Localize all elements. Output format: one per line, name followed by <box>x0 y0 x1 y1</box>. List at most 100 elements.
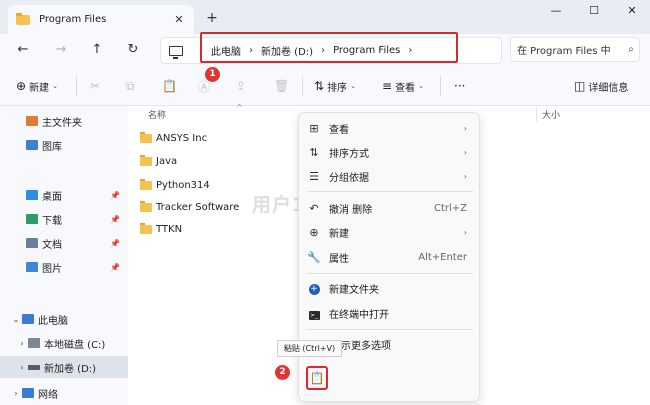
network-icon <box>22 388 34 398</box>
more-icon: ··· <box>454 79 466 93</box>
sidebar-item-downloads[interactable]: 下载 📌 <box>0 208 128 230</box>
title-bar: Program Files ✕ + — ☐ ✕ <box>0 0 650 34</box>
chevron-down-icon: ⌄ <box>418 82 424 90</box>
paste-toolbar-button[interactable]: 📋 <box>162 78 180 94</box>
chevron-right-icon[interactable]: › <box>16 339 28 348</box>
new-button[interactable]: ⊕ 新建 ⌄ <box>16 78 58 94</box>
new-tab-button[interactable]: + <box>204 10 220 26</box>
up-button[interactable]: ↑ <box>88 41 106 59</box>
clipboard-icon: 📋 <box>309 371 325 385</box>
sidebar-item-documents[interactable]: 文档 📌 <box>0 232 128 254</box>
file-name: Python314 <box>156 179 210 191</box>
menu-item-group[interactable]: ☰ 分组依据 › <box>299 165 481 187</box>
chevron-right-icon: › <box>463 123 467 133</box>
menu-label: 排序方式 <box>329 148 369 160</box>
trash-icon: 🗑 <box>274 79 290 93</box>
list-item[interactable]: ANSYS Inc <box>140 129 207 147</box>
menu-divider <box>307 191 473 192</box>
sidebar-label: 新加卷 (D:) <box>44 363 97 375</box>
cut-button[interactable]: ✂ <box>90 78 103 94</box>
search-input[interactable]: 在 Program Files 中 ⌕ <box>510 37 640 62</box>
menu-item-new[interactable]: ⊕ 新建 › <box>299 221 481 243</box>
folder-icon <box>140 200 152 212</box>
menu-divider <box>307 273 473 274</box>
menu-label: 新建文件夹 <box>329 284 379 296</box>
menu-item-new-folder[interactable]: + 新建文件夹 <box>299 277 481 299</box>
chevron-right-icon[interactable]: › <box>10 389 22 398</box>
shortcut-label: Ctrl+Z <box>433 202 467 214</box>
menu-label: 示更多选项 <box>341 340 391 352</box>
list-item[interactable]: Tracker Software <box>140 198 239 216</box>
refresh-button[interactable]: ↻ <box>124 41 142 59</box>
tab-program-files[interactable]: Program Files ✕ <box>8 5 194 34</box>
sidebar-item-network[interactable]: › 网络 <box>0 382 128 404</box>
new-folder-icon: + <box>299 281 329 295</box>
menu-item-sort[interactable]: ⇅ 排序方式 › <box>299 141 481 163</box>
pin-icon: 📌 <box>110 262 120 272</box>
sidebar-item-d-drive[interactable]: › 新加卷 (D:) <box>0 356 128 378</box>
chevron-right-icon[interactable]: › <box>16 363 28 372</box>
menu-item-undo-delete[interactable]: ↶ 撤消 删除 Ctrl+Z <box>299 197 481 219</box>
clipboard-icon: 📋 <box>162 79 177 93</box>
copy-button[interactable]: ⧉ <box>126 78 138 94</box>
sidebar-item-home[interactable]: 主文件夹 <box>0 110 128 132</box>
computer-icon <box>169 45 183 59</box>
search-placeholder: 在 Program Files 中 <box>517 46 611 57</box>
sort-icon: ⇅ <box>309 145 319 159</box>
share-button[interactable]: ⇪ <box>236 78 249 94</box>
folder-icon <box>140 222 152 234</box>
shortcut-label: Alt+Enter <box>418 251 467 263</box>
sidebar-item-gallery[interactable]: 图库 <box>0 134 128 156</box>
sort-button[interactable]: ⇅ 排序 ⌄ <box>314 78 356 94</box>
column-header-name[interactable]: 名称 <box>148 108 166 121</box>
maximize-button[interactable]: ☐ <box>584 4 604 20</box>
minimize-button[interactable]: — <box>546 4 566 20</box>
list-item[interactable]: Python314 <box>140 176 210 194</box>
sidebar-label: 文档 <box>42 239 62 251</box>
view-button[interactable]: ≡ 查看 ⌄ <box>382 78 424 94</box>
list-item[interactable]: TTKN <box>140 220 182 238</box>
list-item[interactable]: Java <box>140 152 177 170</box>
chevron-down-icon[interactable]: ⌄ <box>10 315 22 324</box>
paste-button[interactable]: 📋 <box>306 366 328 390</box>
menu-item-properties[interactable]: 🔧 属性 Alt+Enter <box>299 246 481 268</box>
gallery-icon <box>26 140 38 150</box>
tab-title: Program Files <box>39 14 107 25</box>
undo-icon: ↶ <box>309 201 319 215</box>
menu-item-view[interactable]: ⊞ 查看 › <box>299 117 481 139</box>
sidebar-label: 桌面 <box>42 191 62 203</box>
copy-icon: ⧉ <box>126 78 135 93</box>
column-header-size[interactable]: 大小 <box>542 108 560 121</box>
close-tab-icon[interactable]: ✕ <box>172 13 186 26</box>
close-window-button[interactable]: ✕ <box>622 4 642 20</box>
new-label: 新建 <box>29 82 50 94</box>
sidebar-item-this-pc[interactable]: ⌄ 此电脑 <box>0 308 128 330</box>
context-menu: ⊞ 查看 › ⇅ 排序方式 › ☰ 分组依据 › ↶ 撤消 删除 Ctrl+Z … <box>298 112 480 402</box>
more-button[interactable]: ··· <box>454 78 468 94</box>
grid-icon: ⊞ <box>309 121 319 135</box>
sidebar-label: 本地磁盘 (C:) <box>44 339 106 351</box>
menu-item-open-terminal[interactable]: >_ 在终端中打开 <box>299 302 481 324</box>
details-label: 详细信息 <box>588 82 629 94</box>
sidebar-item-pictures[interactable]: 图片 📌 <box>0 256 128 278</box>
chevron-down-icon: ⌄ <box>52 82 58 90</box>
menu-label: 查看 <box>329 124 349 136</box>
sidebar-label: 主文件夹 <box>42 117 82 129</box>
document-icon <box>26 238 38 248</box>
paste-tooltip: 粘贴 (Ctrl+V) <box>277 340 342 357</box>
sidebar-label: 下载 <box>42 215 62 227</box>
file-name: Tracker Software <box>156 201 240 213</box>
sidebar-item-c-drive[interactable]: › 本地磁盘 (C:) <box>0 332 128 354</box>
forward-button[interactable]: → <box>52 41 70 59</box>
view-list-icon: ≡ <box>382 79 393 93</box>
menu-label: 新建 <box>329 228 349 240</box>
back-button[interactable]: ← <box>14 41 32 59</box>
toolbar-divider <box>302 76 303 96</box>
menu-label: 分组依据 <box>329 172 369 184</box>
delete-button[interactable]: 🗑 <box>274 78 292 94</box>
file-name: ANSYS Inc <box>156 132 208 144</box>
sidebar-item-desktop[interactable]: 桌面 📌 <box>0 184 128 206</box>
details-button[interactable]: ◫ 详细信息 <box>574 78 628 94</box>
toolbar-divider <box>76 76 77 96</box>
drive-icon <box>28 364 40 370</box>
